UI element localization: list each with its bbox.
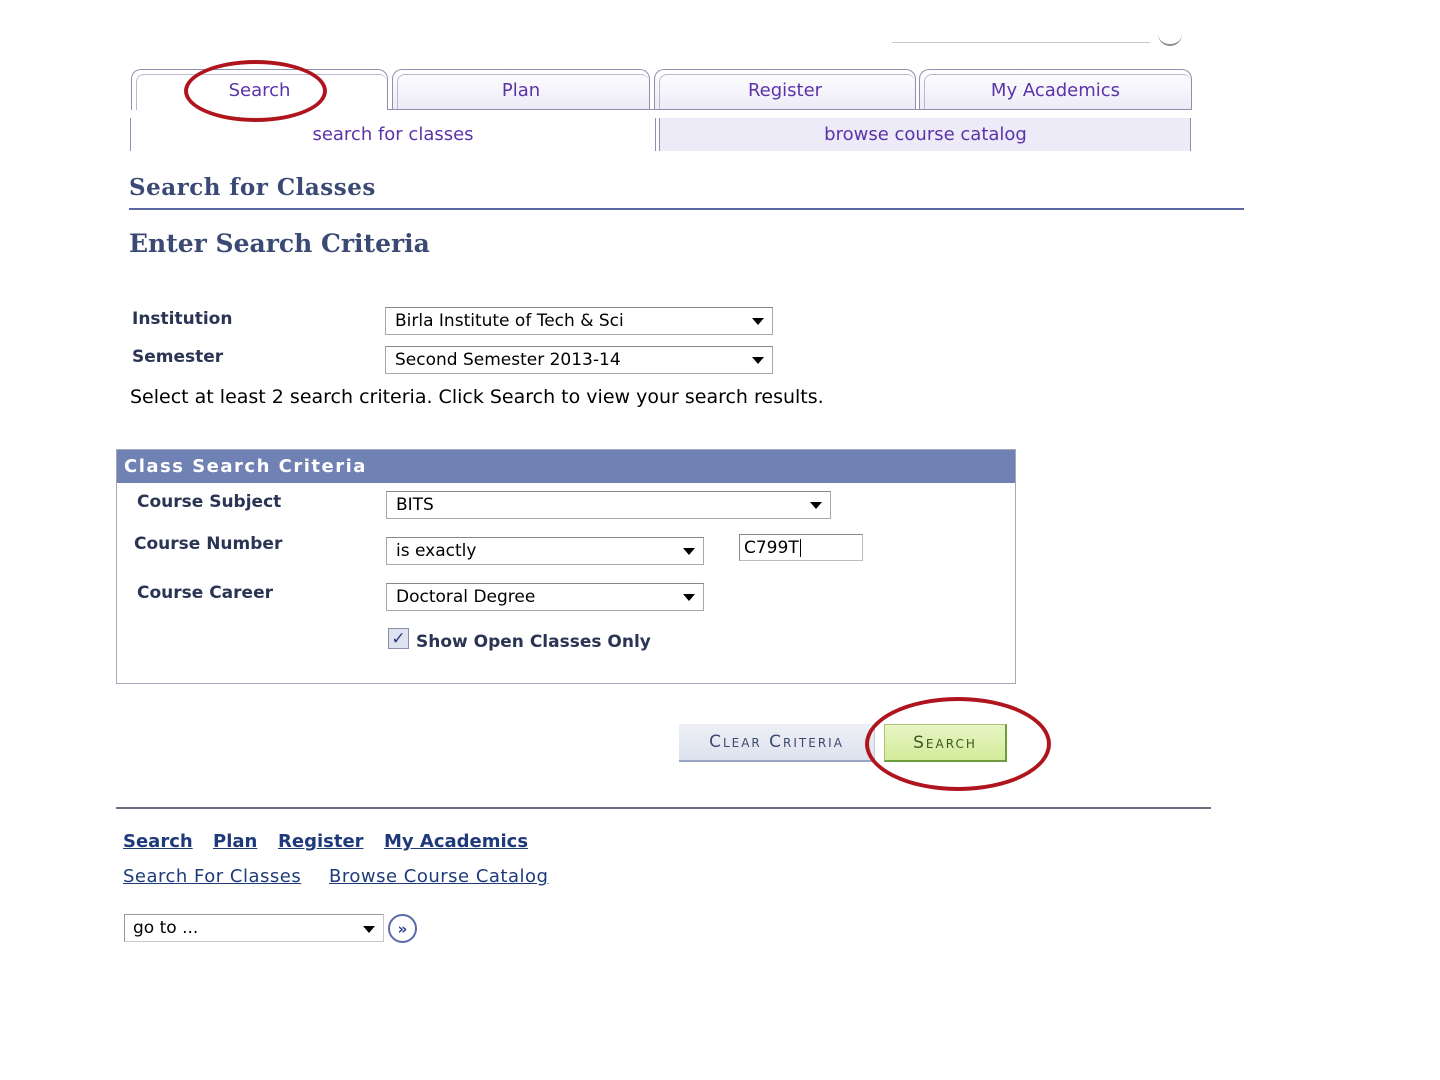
institution-select[interactable]: Birla Institute of Tech & Sci (385, 307, 773, 335)
course-number-operator-select[interactable]: is exactly (386, 537, 704, 565)
double-chevron-right-icon[interactable]: » (388, 914, 417, 943)
search-button-label: Search (913, 732, 977, 753)
chevron-down-icon (683, 594, 695, 601)
subtab-search-for-classes-label: search for classes (312, 124, 474, 145)
checkmark-icon: ✓ (391, 628, 406, 649)
footer-link-search-for-classes[interactable]: Search For Classes (123, 866, 301, 887)
course-career-select[interactable]: Doctoral Degree (386, 583, 704, 611)
tab-baseline (388, 109, 1192, 110)
semester-value: Second Semester 2013-14 (395, 350, 621, 370)
course-number-value: C799T (744, 537, 799, 558)
goto-value: go to ... (133, 918, 199, 938)
chevron-down-icon (810, 502, 822, 509)
tab-plan[interactable]: Plan (392, 69, 650, 110)
title-underline (129, 208, 1244, 210)
course-subject-label: Course Subject (137, 492, 282, 512)
course-number-input[interactable]: C799T (739, 534, 863, 561)
chevron-down-icon (752, 357, 764, 364)
top-icon-fragment (1158, 34, 1182, 46)
course-subject-select[interactable]: BITS (386, 491, 831, 519)
tab-plan-label: Plan (501, 79, 541, 101)
institution-value: Birla Institute of Tech & Sci (395, 311, 624, 331)
course-career-label: Course Career (137, 583, 273, 603)
class-search-criteria-header: Class Search Criteria (117, 450, 1015, 483)
chevron-down-icon (683, 548, 695, 555)
clear-criteria-label: Clear Criteria (709, 732, 844, 752)
footer-link-my-academics[interactable]: My Academics (384, 831, 528, 852)
footer-divider (116, 807, 1211, 809)
course-number-operator-value: is exactly (396, 541, 477, 561)
footer-link-plan[interactable]: Plan (213, 831, 257, 852)
course-number-label: Course Number (134, 534, 283, 554)
institution-label: Institution (132, 309, 233, 329)
semester-label: Semester (132, 347, 224, 367)
chevron-down-icon (363, 926, 375, 933)
course-career-value: Doctoral Degree (396, 587, 536, 607)
show-open-classes-label: Show Open Classes Only (416, 632, 651, 652)
subtab-divider (1190, 118, 1191, 151)
show-open-classes-checkbox[interactable]: ✓ (388, 628, 409, 649)
subtab-search-for-classes[interactable]: search for classes (131, 118, 655, 151)
semester-select[interactable]: Second Semester 2013-14 (385, 346, 773, 374)
search-button[interactable]: Search (884, 724, 1007, 762)
subtab-divider (655, 118, 656, 151)
tab-search[interactable]: Search (131, 69, 388, 110)
tab-register[interactable]: Register (654, 69, 916, 110)
tab-my-academics[interactable]: My Academics (919, 69, 1192, 110)
clear-criteria-button[interactable]: Clear Criteria (679, 724, 875, 762)
subtab-browse-course-catalog-label: browse course catalog (824, 124, 1027, 145)
tab-my-academics-label: My Academics (990, 79, 1121, 101)
course-subject-value: BITS (396, 495, 434, 515)
tab-search-label: Search (228, 79, 291, 101)
footer-link-browse-course-catalog[interactable]: Browse Course Catalog (329, 866, 548, 887)
chevron-down-icon (752, 318, 764, 325)
goto-select[interactable]: go to ... (124, 914, 384, 942)
section-title: Enter Search Criteria (129, 229, 430, 258)
instruction-text: Select at least 2 search criteria. Click… (130, 386, 824, 408)
page-title: Search for Classes (129, 174, 376, 201)
footer-link-search[interactable]: Search (123, 831, 193, 852)
top-search-field-fragment (892, 42, 1150, 43)
tab-register-label: Register (747, 79, 823, 101)
footer-link-register[interactable]: Register (278, 831, 364, 852)
text-cursor (799, 538, 801, 557)
subtab-browse-course-catalog[interactable]: browse course catalog (660, 118, 1191, 151)
